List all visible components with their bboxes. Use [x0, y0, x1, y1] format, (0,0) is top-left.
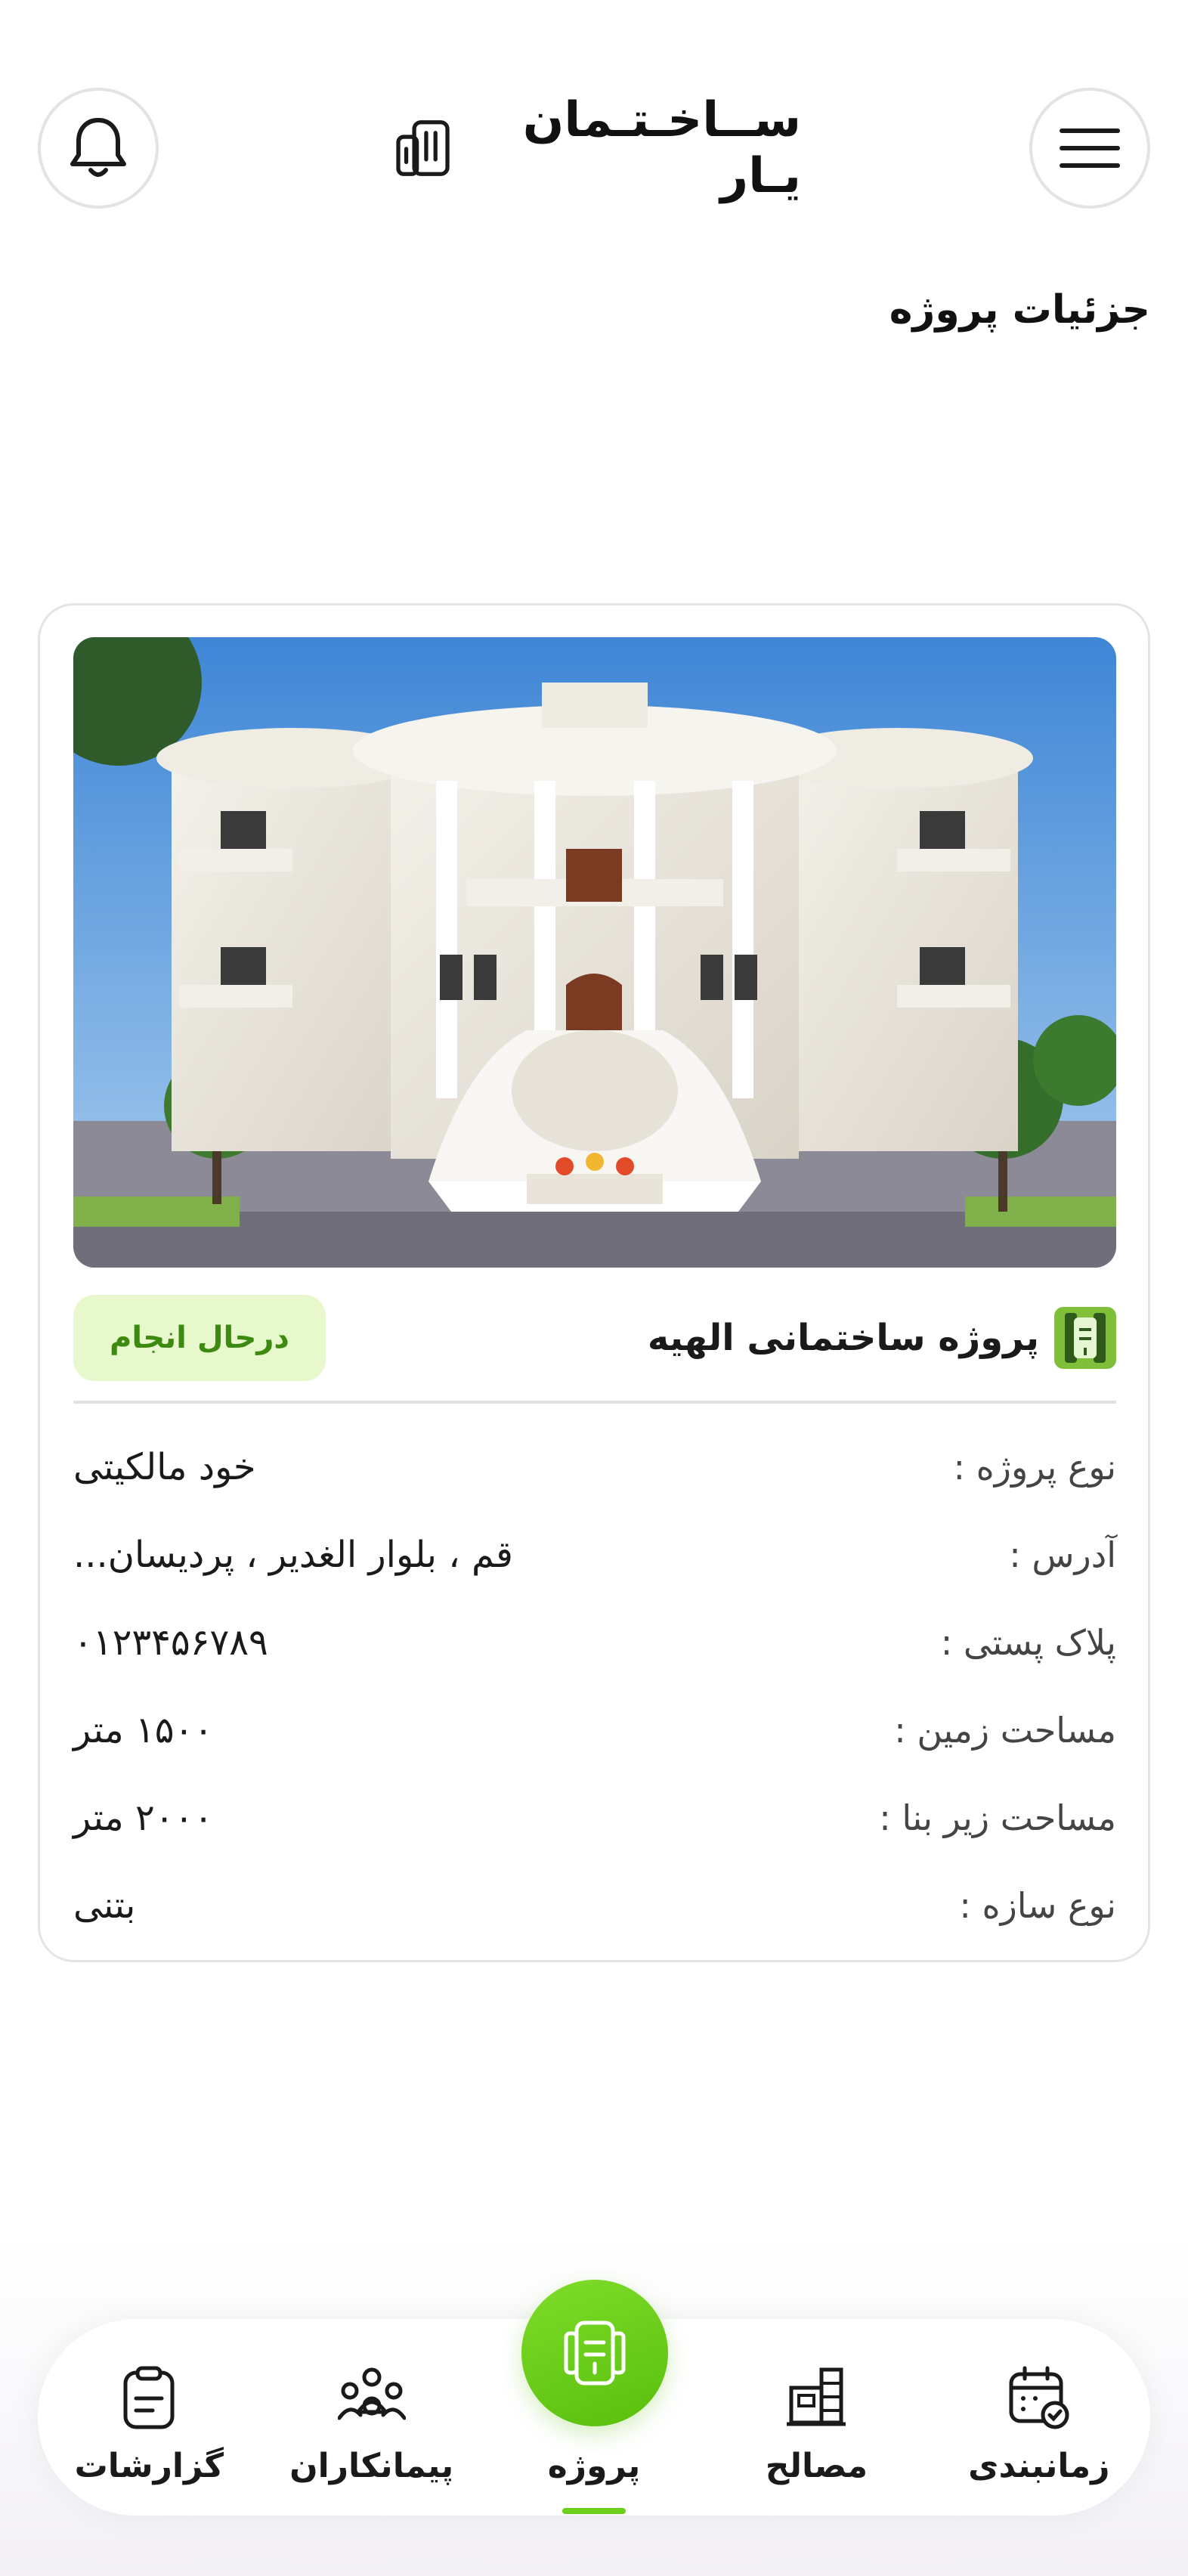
- project-icon: [564, 2321, 626, 2386]
- app-header: ســاخـتـمان يـار جزئیات پروژه: [0, 0, 1188, 333]
- notifications-button[interactable]: [38, 88, 159, 209]
- project-header: پروژه ساختمانی الهیه درحال انجام: [73, 1295, 1116, 1381]
- contractors-icon: [337, 2367, 406, 2420]
- nav-label: پروژه: [547, 2447, 641, 2485]
- detail-label: نوع پروژه :: [953, 1447, 1116, 1488]
- detail-row-land-area: مساحت زمین : ۱۵۰۰ متر: [73, 1686, 1116, 1774]
- project-name: پروژه ساختمانی الهیه: [647, 1317, 1039, 1359]
- detail-value: ۰۱۲۳۴۵۶۷۸۹: [73, 1621, 268, 1664]
- nav-item-schedule[interactable]: زمانبندی: [941, 2365, 1137, 2485]
- nav-item-reports[interactable]: گزارشات: [51, 2365, 247, 2485]
- detail-label: پلاک پستی :: [940, 1622, 1116, 1663]
- nav-label: زمانبندی: [968, 2447, 1110, 2485]
- detail-row-postal-code: پلاک پستی : ۰۱۲۳۴۵۶۷۸۹: [73, 1599, 1116, 1686]
- nav-item-contractors[interactable]: پیمانکاران: [274, 2365, 470, 2485]
- building-logo-icon: [396, 120, 450, 176]
- detail-value: ۲۰۰۰ متر: [73, 1797, 214, 1839]
- detail-row-structure-type: نوع سازه : بتنی: [73, 1862, 1116, 1949]
- project-card: پروژه ساختمانی الهیه درحال انجام نوع پرو…: [38, 603, 1150, 1962]
- detail-label: نوع سازه :: [959, 1885, 1116, 1926]
- nav-label: گزارشات: [74, 2447, 224, 2485]
- project-fab-button[interactable]: [521, 2280, 668, 2426]
- page-title: جزئیات پروژه: [889, 287, 1150, 333]
- hamburger-menu-icon: [1060, 128, 1120, 168]
- nav-item-materials[interactable]: مصالح: [718, 2365, 914, 2485]
- detail-label: مساحت زیر بنا :: [879, 1797, 1116, 1838]
- divider: [73, 1401, 1116, 1404]
- detail-value: بتنی: [73, 1884, 136, 1927]
- detail-label: آدرس :: [1009, 1534, 1116, 1575]
- project-title-group: پروژه ساختمانی الهیه: [648, 1307, 1116, 1369]
- calendar-check-icon: [1009, 2366, 1069, 2429]
- nav-label: مصالح: [765, 2447, 868, 2485]
- detail-value: ۱۵۰۰ متر: [73, 1709, 214, 1751]
- app-name: ســاخـتـمان يـار: [522, 92, 801, 204]
- detail-row-built-area: مساحت زیر بنا : ۲۰۰۰ متر: [73, 1774, 1116, 1862]
- detail-label: مساحت زمین :: [894, 1710, 1116, 1751]
- active-tab-indicator: [562, 2508, 626, 2514]
- detail-row-address: آدرس : قم ، بلوار الغدیر ، پردیسان...: [73, 1511, 1116, 1599]
- detail-row-project-type: نوع پروژه : خود مالکیتی: [73, 1423, 1116, 1511]
- app-logo: ســاخـتـمان يـار: [393, 92, 801, 204]
- status-badge: درحال انجام: [73, 1295, 326, 1381]
- detail-value: خود مالکیتی: [73, 1446, 256, 1488]
- project-document-icon: [1054, 1307, 1116, 1369]
- detail-value: قم ، بلوار الغدیر ، پردیسان...: [73, 1534, 513, 1576]
- materials-icon: [787, 2367, 846, 2426]
- report-clipboard-icon: [123, 2366, 175, 2429]
- nav-label: پیمانکاران: [289, 2447, 454, 2485]
- menu-button[interactable]: [1029, 88, 1150, 209]
- bell-icon: [70, 118, 126, 177]
- project-details-list: نوع پروژه : خود مالکیتی آدرس : قم ، بلوا…: [73, 1423, 1116, 1949]
- project-photo: [73, 637, 1116, 1268]
